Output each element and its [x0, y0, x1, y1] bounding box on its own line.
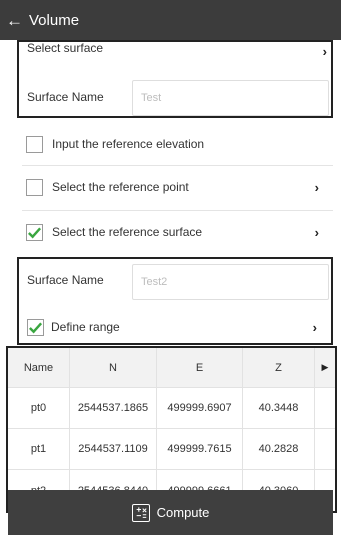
reference-point-label: Select the reference point: [52, 180, 189, 194]
reference-elevation-checkbox[interactable]: [26, 135, 43, 153]
chevron-right-icon: ›: [314, 224, 319, 240]
table-cell: 2544537.1109: [70, 429, 157, 469]
table-cell: 40.2828: [243, 429, 315, 469]
chevron-right-icon: ›: [314, 179, 319, 195]
arrow-left-icon[interactable]: ←: [6, 12, 23, 29]
table-header-row: Name N E Z ▶: [8, 348, 335, 388]
select-surface-label: Select surface: [27, 41, 104, 55]
define-range-row[interactable]: Define range ›: [19, 309, 331, 345]
table-cell: 2544537.1865: [70, 388, 157, 428]
compute-button[interactable]: Compute: [8, 490, 333, 535]
app-bar: ← Volume: [0, 0, 341, 40]
select-surface-row[interactable]: Select surface ›: [19, 41, 331, 66]
reference-surface-label: Select the reference surface: [52, 225, 203, 239]
surface-name-label: Surface Name: [27, 90, 104, 104]
reference-point-row[interactable]: Select the reference point ›: [0, 166, 341, 208]
column-header: Z: [243, 348, 315, 387]
chevron-right-icon: ›: [322, 44, 327, 59]
reference-point-checkbox[interactable]: [26, 178, 43, 196]
column-header: N: [70, 348, 157, 387]
surface-name-label: Surface Name: [27, 273, 104, 287]
surface-box-1: Select surface › Surface Name Test: [17, 40, 333, 118]
calculator-icon: [131, 503, 150, 522]
reference-surface-row[interactable]: Select the reference surface ›: [0, 211, 341, 253]
scroll-right-icon[interactable]: ▶: [315, 348, 335, 387]
table-cell: 40.3448: [243, 388, 315, 428]
table-cell: 499999.6907: [157, 388, 243, 428]
surface-box-2: Surface Name Test2 Define range ›: [17, 257, 333, 345]
define-range-label: Define range: [51, 320, 120, 334]
table-cell: pt1: [8, 429, 70, 469]
reference-elevation-label: Input the reference elevation: [52, 137, 205, 151]
reference-elevation-row[interactable]: Input the reference elevation: [0, 123, 341, 165]
surface-name-input[interactable]: Test2: [132, 264, 329, 300]
page-title: Volume: [29, 11, 80, 29]
define-range-checkbox[interactable]: [27, 318, 44, 336]
column-header: E: [157, 348, 243, 387]
surface-name-input[interactable]: Test: [132, 80, 329, 116]
table-row[interactable]: pt1 2544537.1109 499999.7615 40.2828: [8, 429, 335, 470]
points-table: Name N E Z ▶ pt0 2544537.1865 499999.690…: [6, 346, 337, 513]
column-header: Name: [8, 348, 70, 387]
check-icon: [29, 321, 43, 333]
table-cell: 499999.7615: [157, 429, 243, 469]
reference-surface-checkbox[interactable]: [26, 223, 43, 241]
check-icon: [28, 226, 42, 238]
compute-label: Compute: [156, 505, 210, 520]
table-cell: pt0: [8, 388, 70, 428]
table-row[interactable]: pt0 2544537.1865 499999.6907 40.3448: [8, 388, 335, 429]
chevron-right-icon: ›: [312, 319, 317, 335]
